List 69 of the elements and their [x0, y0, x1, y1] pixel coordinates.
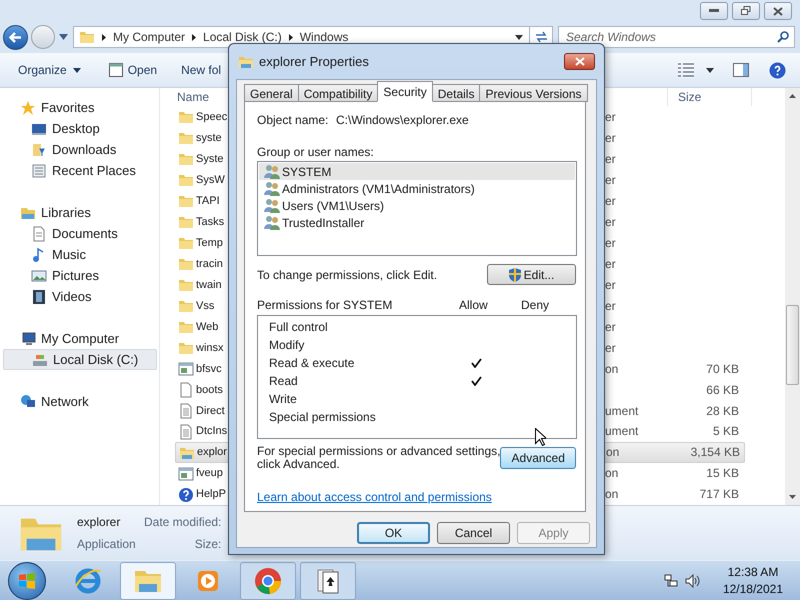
column-header: Allow — [459, 298, 488, 312]
field-label: Group or user names: — [257, 145, 374, 159]
file-name: DtcIns — [196, 425, 228, 438]
file-name: Web — [196, 320, 218, 333]
file-name: twain — [196, 278, 222, 291]
user-name: Users (VM1\Users) — [282, 198, 384, 214]
file-type: er — [605, 278, 616, 292]
property-label: Size: — [194, 536, 222, 553]
file-name: explorer — [77, 514, 122, 531]
file-type: ument — [605, 424, 638, 438]
user-name: Administrators (VM1\Administrators) — [282, 180, 475, 198]
file-type: ument — [605, 404, 638, 418]
file-name: winsx — [196, 342, 224, 354]
file-type: er — [605, 256, 616, 271]
file-name: fveup — [196, 467, 223, 480]
permission-name: Read & execute — [269, 356, 354, 370]
file-name: SysW — [196, 174, 225, 186]
file-size: 5 KB — [712, 424, 739, 438]
file-name: HelpP — [196, 488, 226, 500]
file-name: syste — [196, 132, 222, 144]
clock-date: 12/18/2021 — [722, 580, 783, 598]
file-name: explor — [197, 446, 227, 458]
file-type: er — [605, 152, 616, 166]
file-type: on — [605, 362, 618, 376]
object-path: C:\Windows\explorer.exe — [336, 112, 469, 129]
file-name: Vss — [196, 300, 214, 312]
file-type: er — [605, 131, 616, 146]
file-size: 70 KB — [706, 362, 739, 376]
user-name: SYSTEM — [282, 164, 332, 180]
column-header: Deny — [521, 297, 550, 314]
file-type: er — [605, 340, 616, 355]
field-label: Object name: — [257, 112, 330, 129]
hint-text: To change permissions, click Edit. — [257, 266, 438, 284]
file-name: tracin — [196, 258, 223, 270]
file-type: er — [605, 110, 616, 124]
file-size: 3,154 KB — [690, 445, 740, 460]
permission-name: Read — [269, 374, 298, 388]
permission-name: Write — [269, 392, 297, 406]
permission-name: Full control — [269, 320, 328, 334]
property-label: Date modified: — [144, 514, 222, 531]
file-type: on — [605, 487, 618, 502]
file-name: boots — [196, 384, 223, 396]
permission-name: Special permissions — [269, 410, 376, 424]
file-type: Application — [77, 536, 137, 553]
file-name: Speec — [196, 111, 228, 124]
permission-name: Modify — [269, 338, 304, 352]
file-name: TAPI — [196, 194, 220, 207]
file-type: er — [605, 214, 616, 229]
file-name: Syste — [196, 153, 224, 166]
clock-time: 12:38 AM — [728, 564, 778, 580]
file-size: 717 KB — [700, 487, 739, 502]
file-name: Tasks — [196, 216, 224, 228]
user-name: TrustedInstaller — [282, 214, 364, 232]
permissions-label: Permissions for SYSTEM — [257, 297, 394, 314]
file-size: 66 KB — [706, 382, 739, 397]
dialog-title: explorer Properties — [259, 52, 369, 71]
hint-text: For special permissions or advanced settings, click Advanced. — [257, 445, 500, 471]
file-type: er — [605, 173, 616, 188]
file-name: Temp — [196, 236, 223, 249]
file-type: er — [605, 236, 616, 250]
file-type: er — [605, 298, 616, 313]
file-type: on — [605, 466, 618, 480]
file-type: on — [606, 445, 620, 460]
file-size: 15 KB — [706, 466, 739, 480]
file-type: er — [605, 194, 616, 208]
file-size: 28 KB — [706, 404, 739, 418]
file-name: Direct — [196, 404, 225, 417]
file-type: er — [605, 320, 616, 334]
file-name: bfsvc — [196, 362, 222, 375]
